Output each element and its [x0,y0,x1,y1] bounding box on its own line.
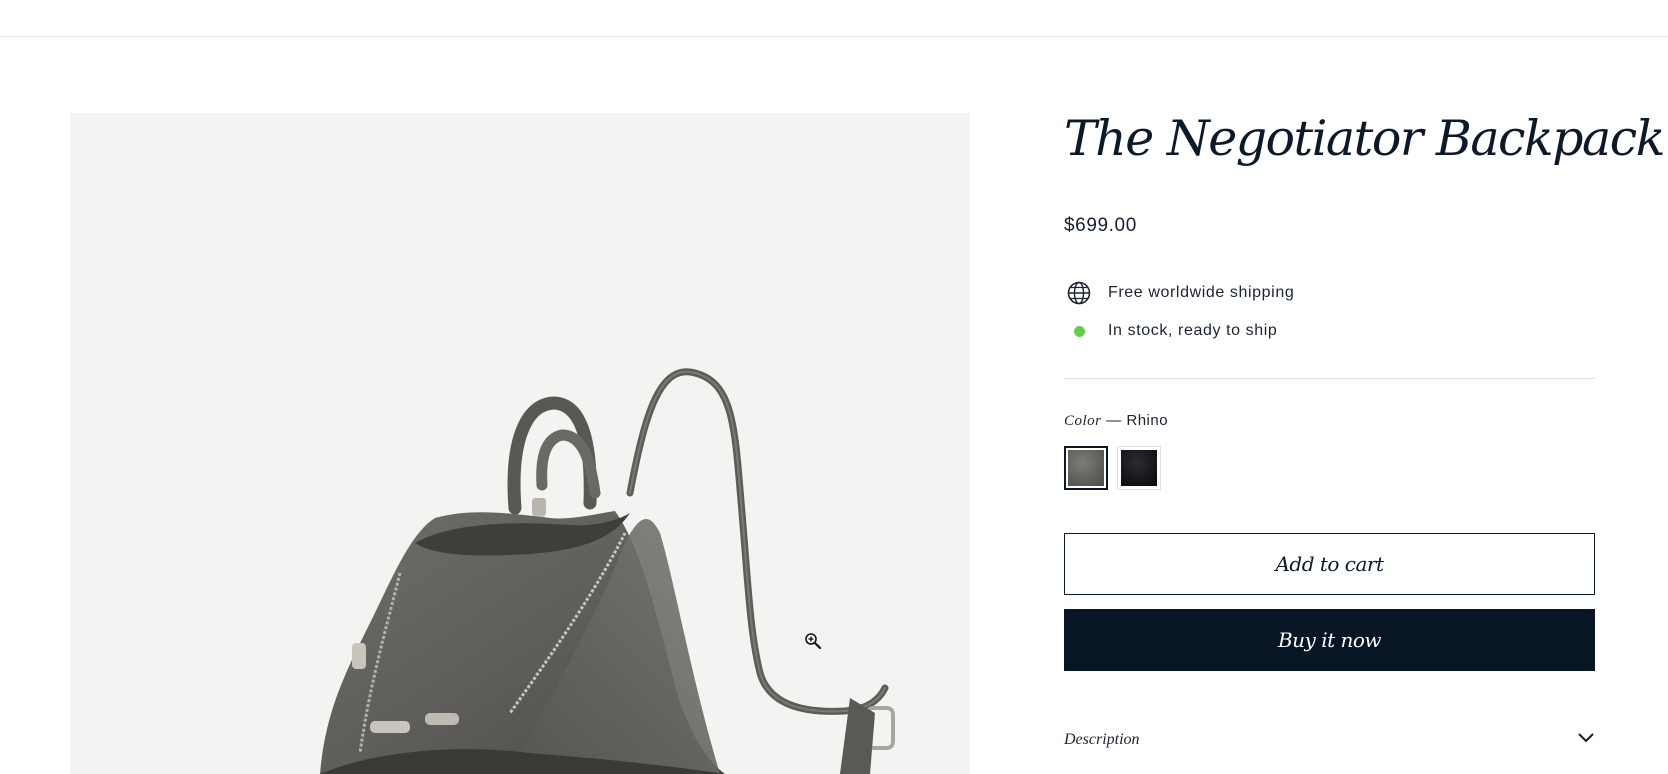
stock-text: In stock, ready to ship [1108,322,1278,339]
product-title: The Negotiator Backpack [1064,110,1665,167]
site-header [0,0,1668,37]
stock-status: In stock, ready to ship [1064,318,1277,344]
add-to-cart-button[interactable]: Add to cart [1064,533,1595,595]
description-label: Description [1064,731,1140,748]
color-separator: — [1106,412,1122,429]
buy-now-button[interactable]: Buy it now [1064,609,1595,671]
globe-icon [1064,280,1094,306]
swatch-fill-rhino [1068,450,1104,486]
product-image-gallery[interactable] [70,113,970,774]
selected-color-name: Rhino [1126,412,1169,429]
in-stock-dot-icon [1064,318,1094,344]
description-accordion[interactable]: Description [1064,728,1595,752]
color-label: Color [1064,413,1102,429]
shipping-info: Free worldwide shipping [1064,280,1294,306]
color-swatch-black[interactable] [1117,446,1161,490]
color-swatch-rhino[interactable] [1064,446,1108,490]
section-divider [1064,378,1595,379]
shipping-text: Free worldwide shipping [1108,284,1295,301]
color-option-label: Color — Rhino [1064,412,1168,430]
product-price: $699.00 [1064,215,1137,236]
swatch-fill-black [1121,450,1157,486]
zoom-in-icon[interactable] [804,632,822,650]
chevron-down-icon [1577,731,1595,749]
backpack-photo[interactable] [70,113,970,774]
